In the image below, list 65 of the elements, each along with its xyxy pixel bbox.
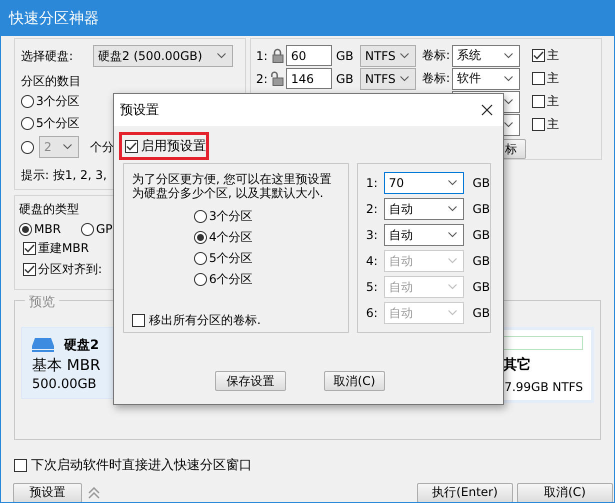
radio-label: 3个分区 — [36, 93, 80, 110]
size-field[interactable]: 60 — [286, 45, 332, 66]
disk-type: 基本 MBR — [32, 356, 102, 375]
radio-label: 4个分区 — [209, 229, 253, 246]
action-button[interactable]: 取消(C) — [517, 482, 613, 502]
filesystem-dropdown[interactable]: NTFS — [360, 68, 416, 90]
row-number: 5: — [366, 280, 379, 294]
radio-label: 3个分区 — [209, 208, 253, 225]
size-dropdown[interactable]: 自动 — [384, 224, 464, 246]
volume-label-dropdown[interactable]: 软件 — [452, 68, 520, 90]
description-text: 为了分区更方便, 您可以在这里预设置 — [132, 172, 332, 186]
row-number: 2: — [256, 72, 269, 86]
partition-info: 7.99GB NTFS — [504, 380, 583, 394]
preset-button[interactable]: 预设置 — [13, 482, 82, 502]
hint-text: 提示: 按1, 2, 3, — [21, 167, 107, 184]
row-number: 3: — [366, 228, 379, 242]
unit-label: GB — [472, 176, 490, 190]
size-dropdown[interactable]: 70 — [384, 172, 464, 194]
window-title: 快速分区神器 — [9, 8, 99, 28]
checkbox-label: 下次启动软件时直接进入快速分区窗口 — [31, 457, 252, 474]
row-number: 2: — [366, 202, 379, 216]
disk-label: 选择硬盘: — [21, 48, 74, 64]
partition-name: 其它 — [503, 356, 531, 374]
radio-label: GP — [96, 222, 113, 236]
row-number: 1: — [366, 176, 379, 190]
disk-size: 500.00GB — [32, 377, 98, 392]
row-number: 6: — [366, 306, 379, 320]
unit-label: GB — [472, 228, 490, 242]
checkbox-label: 移出所有分区的卷标. — [149, 312, 261, 329]
dialog-button[interactable]: 取消(C) — [324, 371, 385, 391]
filesystem-dropdown[interactable]: NTFS — [360, 44, 416, 66]
unit-label: GB — [472, 202, 490, 216]
checkbox-label: 启用预设置 — [141, 138, 206, 155]
disk-name: 硬盘2 — [64, 337, 100, 354]
primary-label: 主 — [547, 93, 559, 110]
volume-label-caption: 卷标: — [421, 70, 452, 87]
radio-label: MBR — [34, 222, 61, 236]
checkbox-label: 重建MBR — [38, 240, 89, 257]
unit-label: GB — [472, 254, 490, 268]
row-number: 4: — [366, 254, 379, 268]
radio-label: 5个分区 — [209, 250, 253, 267]
unit-label: GB — [472, 280, 490, 294]
description-text: 为硬盘分多少个区, 以及其默认大小. — [132, 186, 324, 200]
unit-label: GB — [335, 72, 355, 86]
checkbox-label: 分区对齐到: — [38, 261, 102, 278]
radio-label: 5个分区 — [36, 115, 80, 132]
volume-label-dropdown[interactable]: 系统 — [452, 44, 520, 66]
unit-label: GB — [472, 306, 490, 320]
section-label: 分区的数目 — [21, 73, 81, 90]
radio-label: 6个分区 — [209, 271, 253, 288]
primary-label: 主 — [547, 116, 559, 133]
primary-label: 主 — [547, 47, 559, 64]
preview-legend: 预览 — [25, 293, 59, 311]
disk-dropdown[interactable]: 硬盘2 (500.00GB) — [93, 45, 233, 67]
count-suffix: 个分 — [90, 138, 114, 156]
primary-label: 主 — [547, 70, 559, 87]
dialog-button[interactable]: 保存设置 — [215, 371, 286, 391]
size-field[interactable]: 146 — [286, 68, 332, 89]
unit-label: GB — [335, 48, 355, 62]
size-dropdown[interactable]: 自动 — [384, 198, 464, 220]
row-number: 1: — [256, 48, 269, 62]
dialog-title: 预设置 — [120, 102, 159, 119]
section-label: 硬盘的类型 — [19, 201, 79, 218]
volume-label-caption: 卷标: — [421, 47, 452, 64]
action-button[interactable]: 执行(Enter) — [417, 482, 513, 502]
